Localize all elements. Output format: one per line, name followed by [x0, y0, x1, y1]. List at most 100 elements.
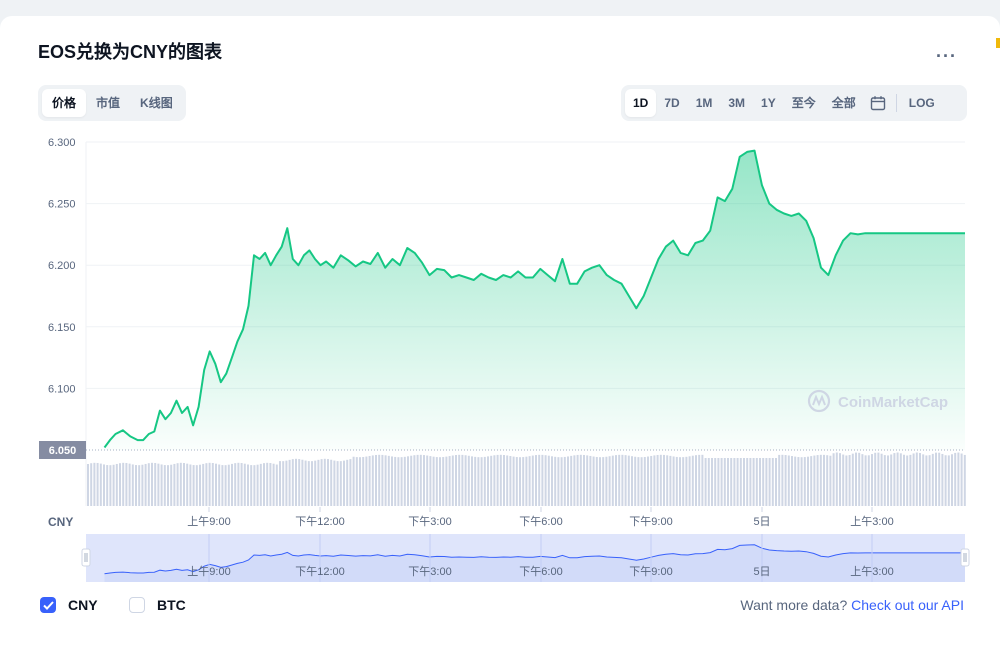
volume-bar — [176, 463, 179, 506]
baseline-price-label: 6.050 — [49, 445, 77, 457]
volume-bar — [615, 455, 617, 506]
volume-bar — [151, 462, 153, 506]
volume-bar — [240, 463, 243, 506]
currency-axis-label: CNY — [48, 515, 73, 529]
volume-bar — [912, 453, 915, 506]
volume-bar — [224, 465, 227, 506]
volume-bar — [576, 454, 579, 506]
volume-bar — [461, 454, 464, 506]
volume-bar — [413, 455, 416, 506]
volume-bar — [515, 457, 518, 506]
volume-bar — [771, 458, 774, 506]
volume-bar — [672, 456, 675, 506]
volume-bar — [275, 464, 278, 506]
volume-bar — [554, 456, 557, 506]
btc-toggle[interactable]: BTC — [129, 597, 186, 613]
volume-bar — [231, 463, 233, 506]
volume-bar — [243, 463, 246, 506]
volume-bar — [826, 455, 829, 506]
volume-bar — [352, 456, 355, 506]
volume-bar — [256, 464, 259, 506]
api-promo: Want more data? Check out our API — [740, 597, 964, 613]
volume-bar — [707, 458, 710, 506]
volume-bar — [794, 456, 797, 506]
volume-bar — [723, 458, 726, 506]
volume-bar — [458, 454, 461, 506]
volume-bar — [330, 459, 333, 506]
volume-bar — [839, 453, 841, 506]
volume-bar — [327, 459, 329, 506]
volume-bar — [749, 458, 752, 506]
volume-bar — [442, 457, 445, 506]
volume-bar — [698, 454, 701, 506]
volume-bar — [311, 461, 313, 506]
api-link[interactable]: Check out our API — [851, 597, 964, 613]
volume-bar — [627, 455, 630, 506]
volume-bar — [314, 460, 317, 506]
volume-bar — [791, 456, 793, 506]
volume-bar — [768, 458, 771, 506]
navigator-handle-right[interactable] — [960, 548, 970, 567]
volume-bar — [525, 456, 528, 506]
navigator-tick-label: 上午3:00 — [850, 565, 893, 578]
volume-bar — [531, 455, 534, 506]
volume-bar — [471, 456, 473, 506]
volume-bar — [496, 454, 499, 506]
navigator-tick-label: 5日 — [753, 566, 770, 578]
volume-bar — [669, 455, 672, 506]
btc-checkbox[interactable] — [129, 597, 145, 613]
volume-bar — [407, 456, 409, 506]
volume-bar — [701, 454, 704, 506]
cny-toggle[interactable]: CNY — [40, 597, 98, 613]
volume-bar — [535, 455, 537, 506]
volume-bar — [333, 460, 336, 506]
volume-bar — [541, 454, 544, 506]
volume-bar — [595, 456, 598, 506]
volume-bar — [445, 456, 448, 506]
volume-bar — [439, 457, 441, 506]
navigator-tick-label: 上午9:00 — [187, 565, 230, 578]
volume-bar — [947, 455, 950, 506]
volume-bar — [631, 456, 633, 506]
cny-checkbox[interactable] — [40, 597, 56, 613]
navigator-handle-left[interactable] — [81, 548, 91, 567]
volume-bar — [563, 456, 566, 506]
volume-bar — [797, 457, 800, 506]
volume-bar — [906, 455, 909, 506]
volume-bar — [183, 462, 185, 506]
volume-bar — [205, 463, 208, 506]
volume-bar — [125, 462, 128, 506]
volume-bar — [455, 455, 457, 506]
volume-bar — [819, 454, 822, 506]
volume-bar — [115, 463, 118, 506]
x-tick-label: 下午3:00 — [408, 515, 451, 528]
volume-bar — [730, 458, 733, 506]
y-tick-label: 6.300 — [48, 137, 76, 149]
volume-bar — [746, 458, 749, 506]
volume-bar — [579, 454, 582, 506]
volume-bar — [787, 455, 790, 506]
x-tick-label: 下午12:00 — [295, 515, 345, 528]
watermark-text: CoinMarketCap — [838, 394, 948, 411]
volume-bar — [938, 452, 941, 506]
volume-bar — [464, 455, 467, 506]
volume-bar — [666, 455, 669, 506]
volume-bar — [567, 456, 569, 506]
volume-bar — [503, 455, 505, 506]
volume-bar — [944, 455, 947, 506]
volume-bar — [144, 463, 147, 506]
volume-bar — [160, 464, 163, 506]
volume-bar — [87, 464, 89, 506]
volume-bar — [490, 455, 493, 506]
volume-bar — [963, 454, 966, 506]
volume-bar — [391, 456, 393, 506]
volume-bar — [416, 454, 419, 506]
volume-bar — [599, 457, 601, 506]
volume-bar — [493, 455, 496, 506]
price-area-fill — [104, 150, 965, 450]
volume-bar — [647, 456, 649, 506]
volume-bar — [288, 459, 291, 506]
volume-bar — [359, 457, 361, 506]
volume-bar — [410, 455, 413, 506]
volume-bar — [237, 462, 240, 506]
